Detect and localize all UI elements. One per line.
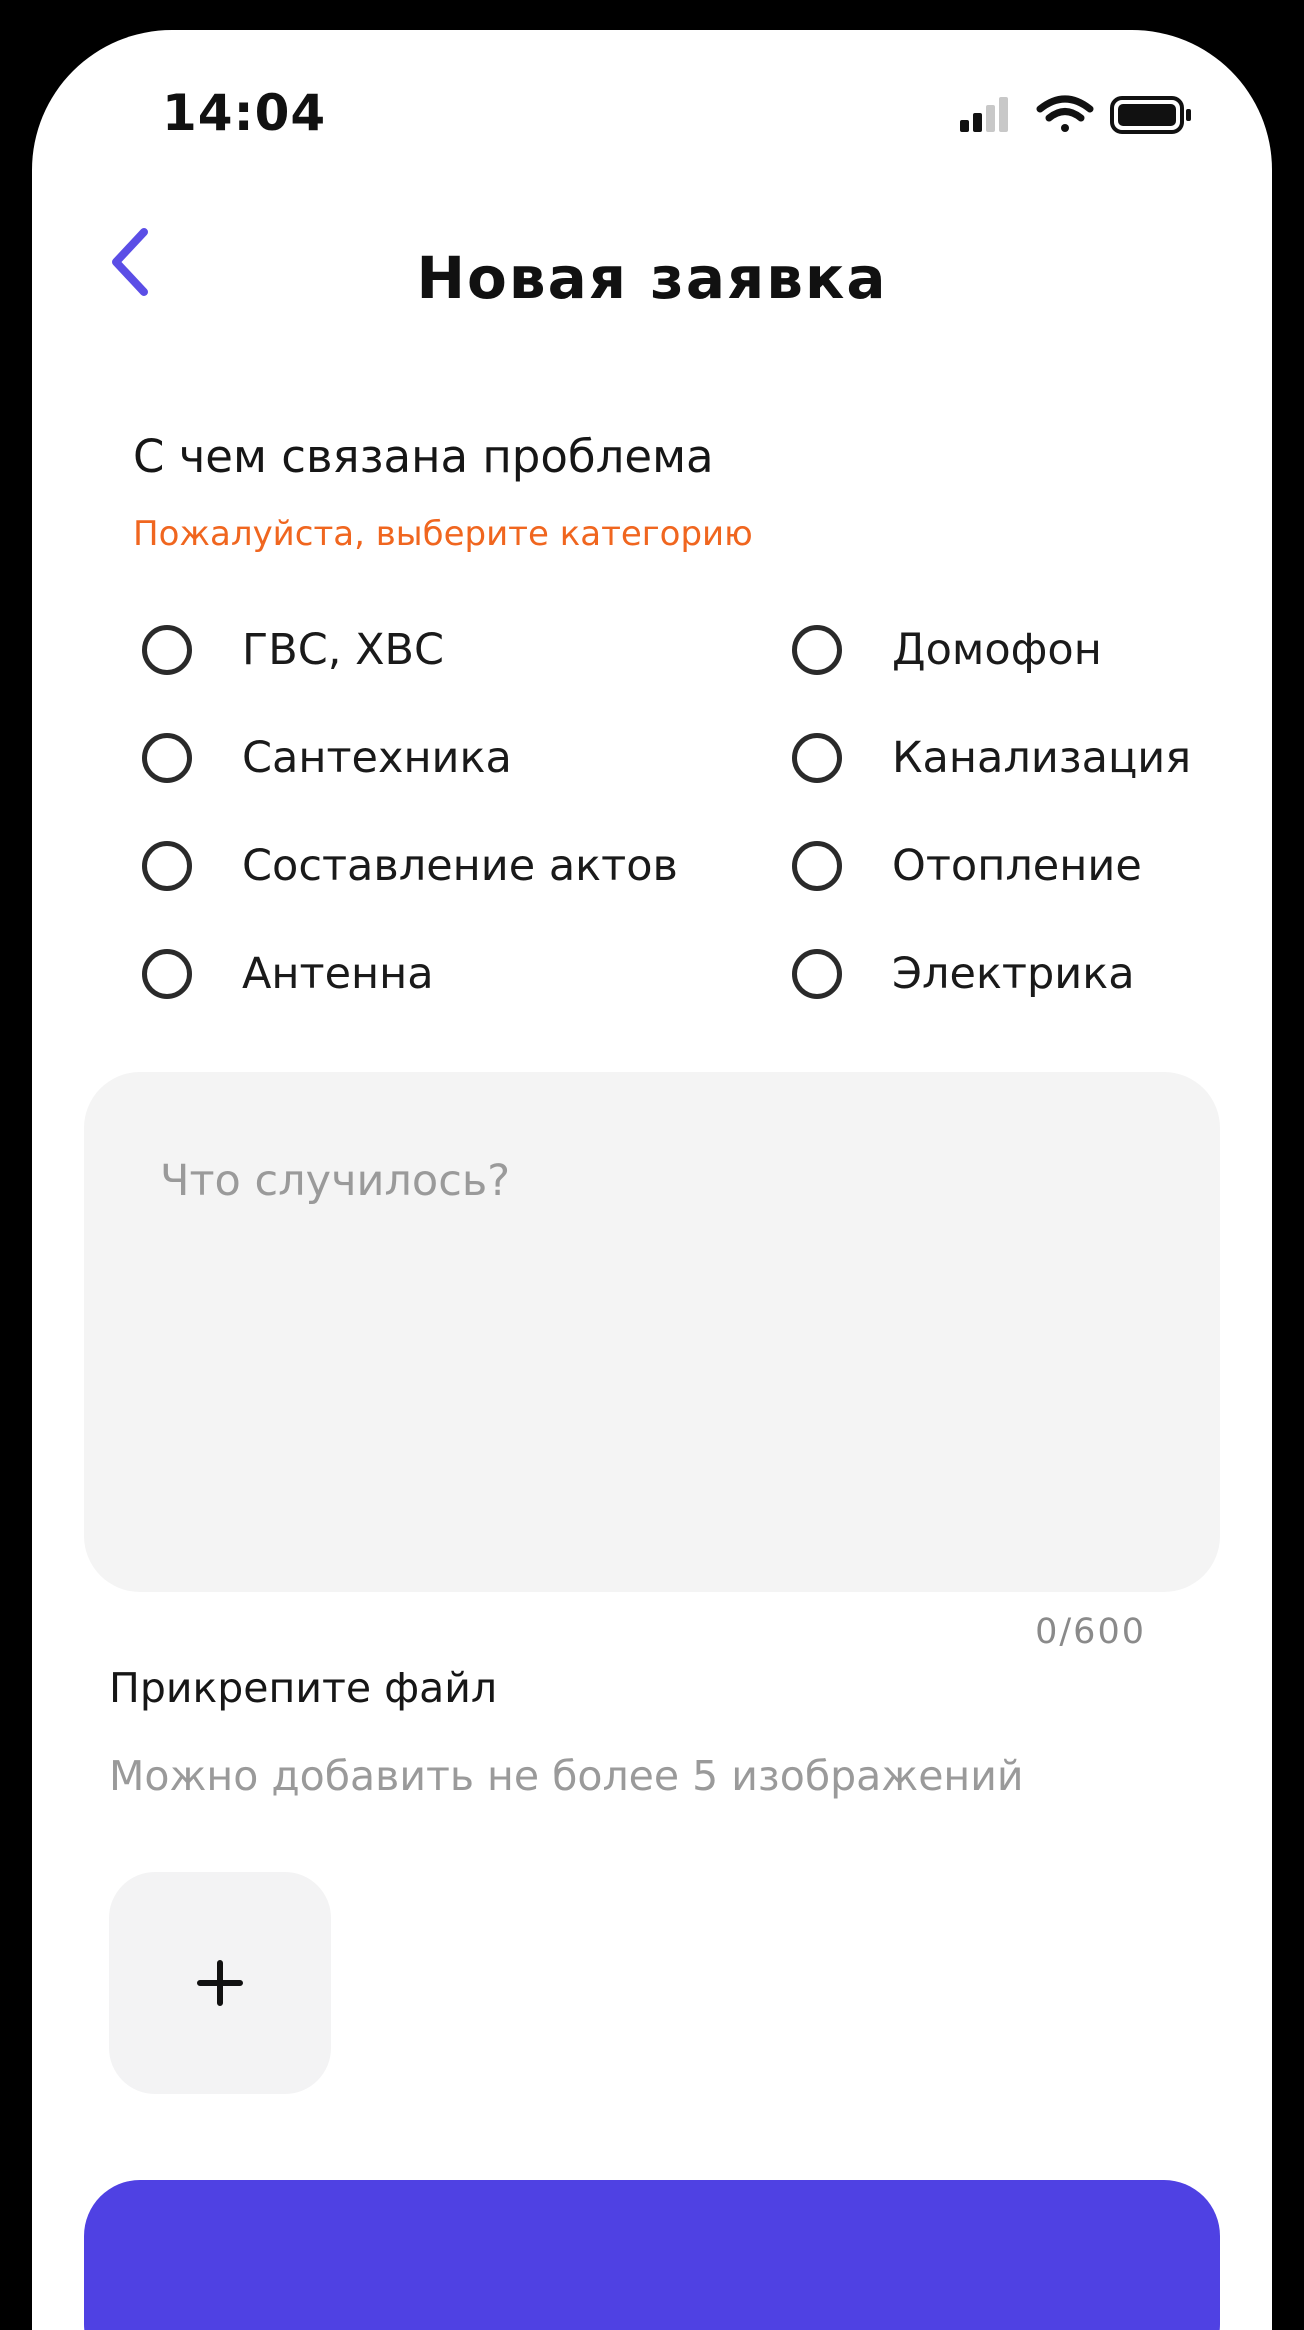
category-option-otoplenie[interactable]: Отопление xyxy=(792,826,1142,906)
add-file-button[interactable] xyxy=(109,1872,331,2094)
plus-icon xyxy=(197,1960,243,2006)
character-counter: 0/600 xyxy=(1035,1612,1146,1652)
category-option-label: Антенна xyxy=(242,949,434,999)
category-option-elektrika[interactable]: Электрика xyxy=(792,934,1135,1014)
attach-file-heading: Прикрепите файл xyxy=(109,1664,498,1712)
cellular-signal-icon xyxy=(960,97,1008,132)
category-option-antenna[interactable]: Антенна xyxy=(142,934,434,1014)
radio-unchecked-icon[interactable] xyxy=(142,949,192,999)
category-option-santehnika[interactable]: Сантехника xyxy=(142,718,512,798)
attach-file-hint: Можно добавить не более 5 изображений xyxy=(109,1752,1024,1800)
description-placeholder: Что случилось? xyxy=(160,1156,511,1206)
category-option-sostavlenie-aktov[interactable]: Составление актов xyxy=(142,826,678,906)
radio-unchecked-icon[interactable] xyxy=(142,733,192,783)
category-hint: Пожалуйста, выберите категорию xyxy=(133,514,753,554)
radio-unchecked-icon[interactable] xyxy=(792,733,842,783)
status-bar-time: 14:04 xyxy=(162,84,327,142)
category-option-label: Сантехника xyxy=(242,733,512,783)
category-option-label: Составление актов xyxy=(242,841,678,891)
category-option-label: ГВС, ХВС xyxy=(242,625,445,675)
category-option-domofon[interactable]: Домофон xyxy=(792,610,1102,690)
radio-unchecked-icon[interactable] xyxy=(792,949,842,999)
category-option-label: Канализация xyxy=(892,733,1192,783)
category-option-label: Электрика xyxy=(892,949,1135,999)
category-option-label: Отопление xyxy=(892,841,1142,891)
phone-screen: 14:04 Новая заявка С чем связана проблем… xyxy=(32,30,1272,2330)
wifi-icon xyxy=(1036,95,1094,132)
battery-icon xyxy=(1110,96,1191,134)
category-option-label: Домофон xyxy=(892,625,1102,675)
submit-button[interactable] xyxy=(84,2180,1220,2330)
status-bar-icons xyxy=(932,90,1232,140)
radio-unchecked-icon[interactable] xyxy=(142,841,192,891)
category-heading: С чем связана проблема xyxy=(133,430,714,483)
page-title: Новая заявка xyxy=(416,244,888,312)
radio-unchecked-icon[interactable] xyxy=(792,625,842,675)
radio-unchecked-icon[interactable] xyxy=(142,625,192,675)
description-input[interactable]: Что случилось? xyxy=(84,1072,1220,1592)
radio-unchecked-icon[interactable] xyxy=(792,841,842,891)
category-option-gvs-hvs[interactable]: ГВС, ХВС xyxy=(142,610,444,690)
status-bar-icon-set xyxy=(960,95,1191,134)
category-option-kanalizaciya[interactable]: Канализация xyxy=(792,718,1191,798)
